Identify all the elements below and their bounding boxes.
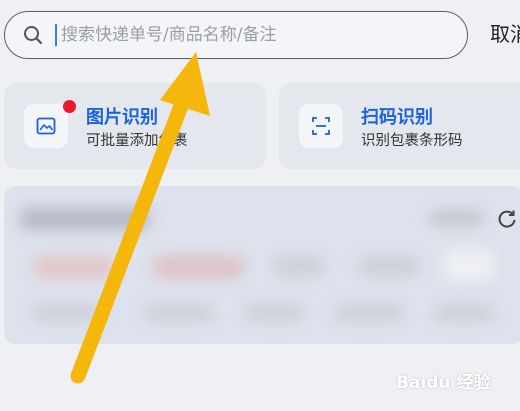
blurred-block (244, 304, 304, 322)
blurred-block (154, 256, 244, 278)
blurred-block (20, 208, 150, 230)
notification-badge (63, 100, 76, 113)
watermark: Baidu 经验 (396, 373, 491, 393)
text-cursor (55, 24, 57, 46)
search-input[interactable] (61, 25, 467, 45)
blurred-block (34, 256, 114, 278)
blurred-block (274, 256, 324, 276)
image-icon (36, 117, 56, 135)
scan-icon (312, 117, 330, 135)
cancel-button[interactable]: 取消 (490, 18, 520, 47)
image-recognition-title: 图片识别 (86, 107, 158, 128)
blurred-block (32, 304, 102, 322)
blurred-block (359, 256, 419, 276)
search-icon (24, 26, 43, 45)
blurred-block (144, 304, 214, 322)
image-recognition-subtitle: 可批量添加包裹 (86, 133, 188, 149)
blurred-block (334, 304, 404, 322)
scan-recognition-title: 扫码识别 (361, 107, 433, 128)
blurred-block (434, 304, 494, 322)
blurred-content-panel (4, 186, 520, 344)
refresh-icon[interactable] (496, 208, 518, 230)
scan-icon-box (299, 104, 343, 148)
scan-recognition-card[interactable]: 扫码识别 识别包裹条形码 (279, 83, 520, 169)
search-bar[interactable] (4, 11, 468, 59)
scan-recognition-subtitle: 识别包裹条形码 (361, 133, 463, 149)
blurred-block (429, 210, 484, 226)
blurred-block (444, 250, 494, 280)
image-icon-box (24, 104, 68, 148)
image-recognition-card[interactable]: 图片识别 可批量添加包裹 (4, 83, 266, 169)
